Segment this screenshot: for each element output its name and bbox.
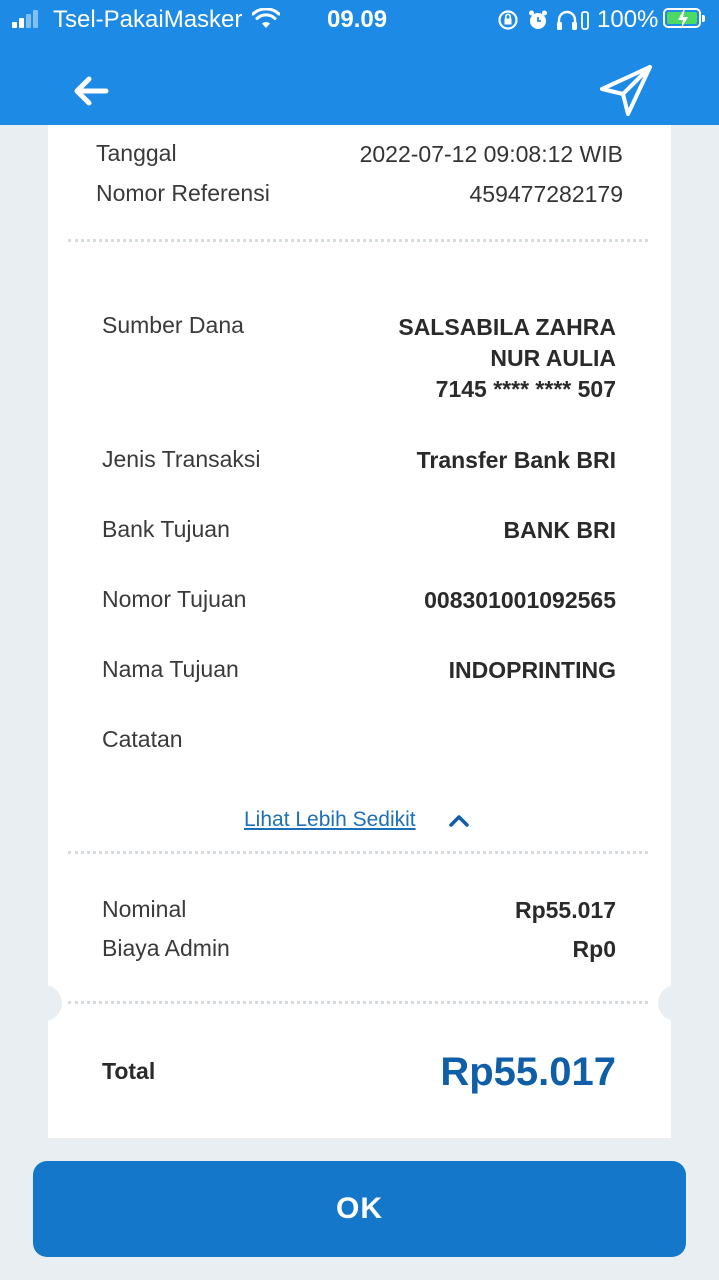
nominal-label: Nominal xyxy=(102,896,187,922)
ok-button[interactable]: OK xyxy=(33,1161,686,1257)
divider xyxy=(68,239,648,242)
headphones-icon xyxy=(557,10,577,30)
transaction-type-value: Transfer Bank BRI xyxy=(416,447,616,473)
source-name-line1: SALSABILA ZAHRA xyxy=(398,314,616,340)
show-less-link[interactable]: Lihat Lebih Sedikit xyxy=(244,808,416,832)
wifi-icon xyxy=(252,8,280,28)
app-header: Tsel-PakaiMasker 09.09 100% xyxy=(0,0,719,125)
card-notch-right xyxy=(658,985,694,1021)
total-value: Rp55.017 xyxy=(440,1050,616,1094)
status-bar: Tsel-PakaiMasker 09.09 100% xyxy=(0,0,719,42)
source-account-number: 7145 **** **** 507 xyxy=(435,376,616,402)
destination-number-label: Nomor Tujuan xyxy=(102,586,247,612)
alarm-icon xyxy=(529,10,547,29)
card-notch-left xyxy=(26,985,62,1021)
source-name-line2: NUR AULIA xyxy=(490,345,616,371)
admin-fee-label: Biaya Admin xyxy=(102,935,230,961)
destination-number-value: 008301001092565 xyxy=(424,587,616,613)
source-fund-label: Sumber Dana xyxy=(102,312,244,338)
chevron-up-icon[interactable] xyxy=(448,812,470,828)
send-icon xyxy=(600,65,652,116)
note-label: Catatan xyxy=(102,726,183,752)
receipt-card xyxy=(48,125,671,1138)
total-label: Total xyxy=(102,1058,156,1084)
destination-bank-value: BANK BRI xyxy=(503,517,616,543)
signal-icon xyxy=(12,10,46,28)
divider xyxy=(68,1001,648,1004)
share-button[interactable] xyxy=(596,62,656,118)
destination-name-label: Nama Tujuan xyxy=(102,656,239,682)
transaction-type-label: Jenis Transaksi xyxy=(102,446,261,472)
date-label: Tanggal xyxy=(96,140,177,166)
rotation-lock-icon xyxy=(498,10,518,30)
back-button[interactable] xyxy=(70,72,112,110)
admin-fee-value: Rp0 xyxy=(572,936,616,962)
status-icons xyxy=(498,10,589,30)
divider xyxy=(68,851,648,854)
destination-name-value: INDOPRINTING xyxy=(448,657,616,683)
carrier-name: Tsel-PakaiMasker xyxy=(53,6,243,33)
arrow-left-icon xyxy=(74,76,109,106)
battery-percent: 100% xyxy=(597,6,659,33)
nominal-value: Rp55.017 xyxy=(514,897,616,923)
reference-value: 459477282179 xyxy=(469,181,624,207)
reference-label: Nomor Referensi xyxy=(96,180,270,206)
date-value: 2022-07-12 09:08:12 WIB xyxy=(359,141,623,167)
destination-bank-label: Bank Tujuan xyxy=(102,516,230,542)
clock: 09.09 xyxy=(327,6,388,33)
battery-icon xyxy=(663,8,705,29)
